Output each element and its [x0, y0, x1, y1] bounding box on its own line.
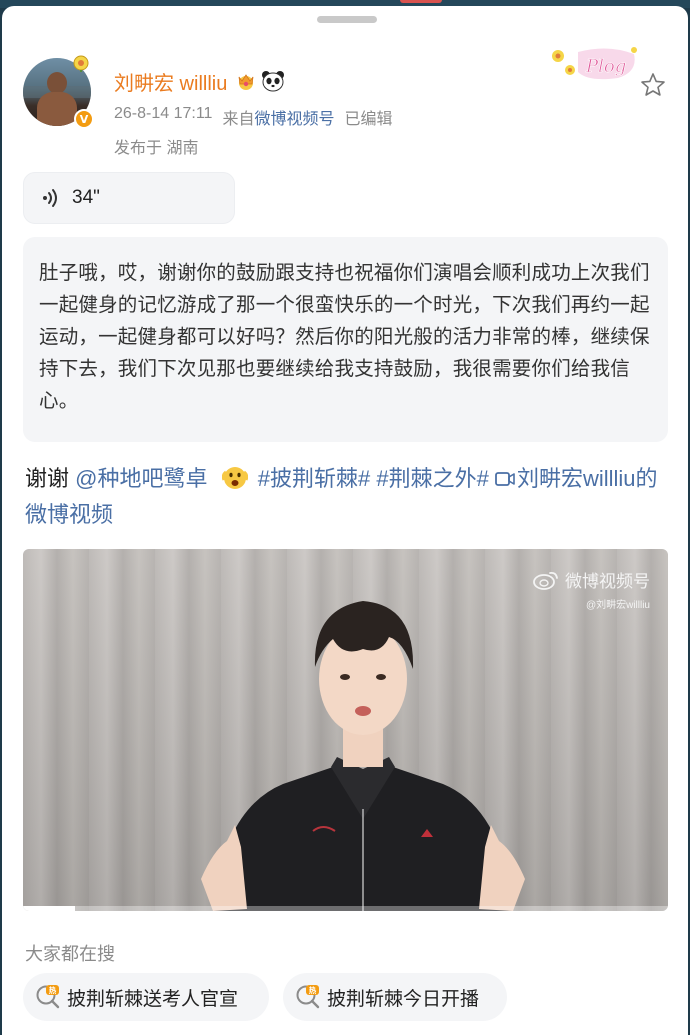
weibo-icon — [533, 571, 558, 590]
video-link-icon — [495, 472, 515, 486]
hashtag-link-2[interactable]: #荆棘之外# — [376, 466, 488, 491]
svg-text:Plog: Plog — [585, 56, 626, 77]
svg-text:热: 热 — [49, 985, 57, 995]
hot-search-label: 大家都在搜 — [25, 944, 115, 964]
hashtag-link-1[interactable]: #披荆斩棘# — [258, 466, 370, 491]
username-row: 刘畊宏 willliu — [114, 66, 285, 96]
sheet-grabber[interactable] — [317, 16, 377, 23]
hot-search-chip-1[interactable]: 热 披荆斩棘送考人官宣 — [23, 973, 269, 1021]
post-location: 发布于 湖南 — [114, 140, 199, 157]
edited-label[interactable]: 已编辑 — [344, 105, 392, 129]
post-meta: 26-8-14 17:11 来自 微博视频号 已编辑 — [114, 105, 393, 129]
crown-icon — [238, 74, 254, 90]
avatar-flower-icon — [73, 55, 89, 72]
emoji-face-icon — [221, 467, 248, 489]
post-sheet: V 刘畊宏 willliu 26-8-14 17:11 来自 微博视频号 已编辑… — [2, 6, 688, 1035]
vlog-sticker: Plog — [552, 47, 637, 80]
mention-link[interactable]: @种地吧鹭卓 — [75, 466, 207, 491]
video-thumbnail-person — [201, 601, 525, 911]
watermark-sub: @刘畊宏willliu — [585, 600, 650, 611]
source-prefix: 来自 — [222, 111, 255, 128]
source-link[interactable]: 微博视频号 — [254, 105, 334, 129]
video-progress-fill — [23, 906, 75, 911]
voice-message[interactable]: 34" — [23, 172, 235, 224]
watermark-main: 微博视频号 — [565, 572, 650, 591]
post-caption: 谢谢 @种地吧鹭卓 #披荆斩棘# #荆棘之外# 刘畊宏willliu的微博视频 — [25, 461, 670, 533]
voice-transcript: 肚子哦，哎，谢谢你的鼓励跟支持也祝福你们演唱会顺利成功上次我们一起健身的记忆游成… — [23, 237, 668, 442]
hot-search-chip-label: 披荆斩棘送考人官宣 — [67, 988, 239, 1010]
voice-duration: 34" — [72, 187, 100, 208]
status-indicator — [400, 0, 442, 3]
star-icon[interactable] — [640, 72, 666, 98]
svg-text:热: 热 — [309, 985, 317, 995]
avatar[interactable]: V — [23, 55, 94, 129]
video-progress-bar[interactable] — [23, 906, 668, 911]
post-timestamp: 26-8-14 17:11 — [114, 105, 213, 122]
caption-thanks: 谢谢 — [25, 466, 70, 491]
hot-search-chip-label: 披荆斩棘今日开播 — [327, 988, 480, 1010]
video-player[interactable]: 微博视频号 @刘畊宏willliu — [23, 549, 668, 911]
voice-wave-icon — [43, 189, 57, 207]
hot-search-icon: 热 — [36, 985, 60, 1009]
hot-search-icon: 热 — [296, 985, 320, 1009]
video-watermark: 微博视频号 @刘畊宏willliu — [533, 567, 650, 611]
hot-search-chip-2[interactable]: 热 披荆斩棘今日开播 — [283, 973, 507, 1021]
username[interactable]: 刘畊宏 willliu — [114, 67, 227, 96]
verified-badge-icon: V — [74, 109, 94, 129]
panda-icon — [262, 71, 285, 92]
